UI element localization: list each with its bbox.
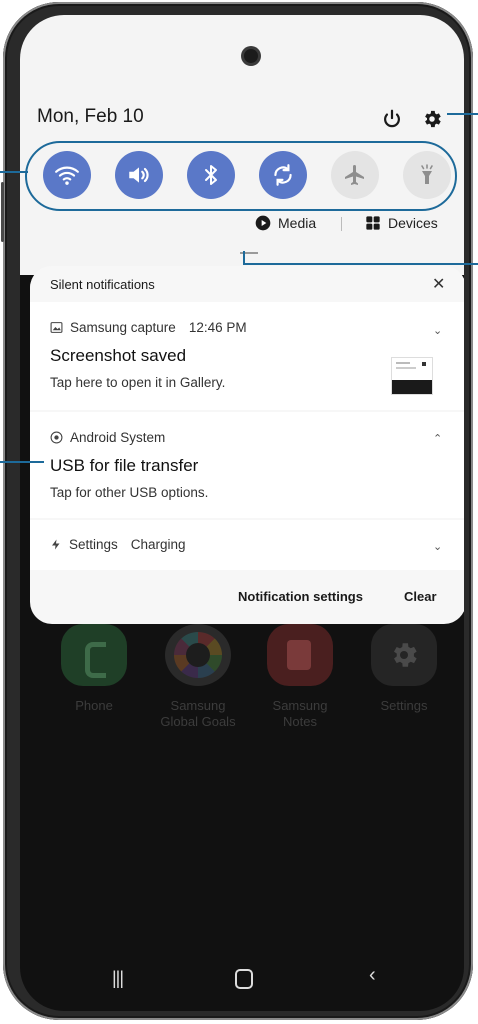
notification-app-name: Settings — [69, 537, 118, 552]
notification-charging[interactable]: Settings Charging ⌄ — [30, 520, 464, 570]
rotate-icon — [274, 164, 292, 186]
devices-button[interactable]: Devices — [365, 215, 438, 231]
phone-frame: Mon, Feb 10 Media Devices Silent notific… — [1, 2, 473, 1020]
notes-glyph — [287, 640, 311, 670]
wifi-toggle[interactable] — [43, 151, 91, 199]
gear-icon[interactable] — [421, 108, 443, 130]
notification-usb[interactable]: Android System ⌃ USB for file transfer T… — [30, 412, 464, 518]
phone-glyph — [85, 642, 106, 678]
play-icon — [255, 215, 271, 231]
chevron-down-icon[interactable]: ⌄ — [433, 540, 442, 553]
home-button[interactable] — [235, 969, 253, 989]
settings-app-icon[interactable] — [371, 624, 437, 686]
close-icon[interactable]: ✕ — [432, 274, 445, 294]
flashlight-icon — [421, 164, 433, 184]
notification-title: Screenshot saved — [50, 346, 187, 365]
notification-text: Tap here to open it in Gallery. — [50, 375, 226, 390]
android-system-icon — [50, 431, 63, 444]
flashlight-toggle[interactable] — [403, 151, 451, 199]
image-icon — [50, 322, 63, 333]
gear-icon — [394, 643, 417, 667]
app-label: Samsung Notes — [272, 698, 328, 729]
phone-app-icon[interactable] — [61, 624, 127, 686]
notes-app-icon[interactable] — [267, 624, 333, 686]
back-button[interactable]: ‹ — [369, 964, 376, 987]
media-button[interactable]: Media — [255, 215, 316, 231]
notification-app-row: Samsung capture 12:46 PM — [50, 320, 247, 335]
devices-icon — [366, 216, 380, 230]
notification-time: 12:46 PM — [188, 320, 247, 335]
notification-app-name: Android System — [70, 430, 166, 445]
volume-icon — [129, 167, 149, 183]
notification-settings-button[interactable]: Notification settings — [238, 589, 363, 604]
thumb-line — [396, 362, 410, 364]
notification-status: Charging — [130, 537, 186, 552]
app-label: Phone — [75, 698, 113, 713]
camera-cutout — [244, 49, 258, 63]
auto-rotate-toggle[interactable] — [259, 151, 307, 199]
devices-label: Devices — [388, 215, 438, 231]
bolt-icon — [52, 539, 60, 550]
notification-text: Tap for other USB options. — [50, 485, 209, 500]
screenshot-thumbnail[interactable] — [391, 357, 433, 395]
media-label: Media — [278, 215, 317, 231]
callout-line-settings — [447, 113, 478, 115]
thumb-line — [396, 367, 416, 369]
bluetooth-icon — [205, 165, 217, 185]
callout-line-notification — [0, 461, 44, 463]
divider — [341, 217, 342, 231]
notification-screenshot[interactable]: Samsung capture 12:46 PM ⌄ Screenshot sa… — [30, 302, 464, 410]
power-icon[interactable] — [381, 108, 403, 130]
section-title: Silent notifications — [50, 277, 155, 292]
notification-title: USB for file transfer — [50, 456, 199, 475]
callout-line-handle — [243, 263, 478, 265]
app-label: Samsung Global Goals — [160, 698, 236, 729]
notification-app-row: Android System — [50, 430, 165, 445]
chevron-up-icon[interactable]: ⌃ — [433, 432, 442, 445]
notification-app-row: Settings Charging — [50, 537, 186, 552]
clear-button[interactable]: Clear — [404, 589, 437, 604]
global-goals-app-icon[interactable] — [165, 624, 231, 686]
notification-header: Silent notifications ✕ — [30, 266, 464, 299]
bluetooth-toggle[interactable] — [187, 151, 235, 199]
goals-center — [186, 643, 210, 667]
date-label: Mon, Feb 10 — [37, 106, 144, 127]
chevron-down-icon[interactable]: ⌄ — [433, 324, 442, 337]
thumb-bar — [392, 380, 432, 394]
notification-app-name: Samsung capture — [70, 320, 176, 335]
sound-toggle[interactable] — [115, 151, 163, 199]
volume-button — [1, 182, 4, 242]
recent-apps-button[interactable]: ||| — [112, 968, 124, 989]
notification-panel: Silent notifications ✕ Samsung capture 1… — [30, 266, 464, 624]
thumb-dot — [422, 362, 426, 366]
app-label: Settings — [380, 698, 428, 713]
wifi-icon — [55, 166, 79, 185]
airplane-icon — [345, 165, 364, 185]
airplane-toggle[interactable] — [331, 151, 379, 199]
screen: Mon, Feb 10 Media Devices Silent notific… — [20, 15, 464, 1011]
callout-line-quick-settings — [0, 171, 28, 173]
